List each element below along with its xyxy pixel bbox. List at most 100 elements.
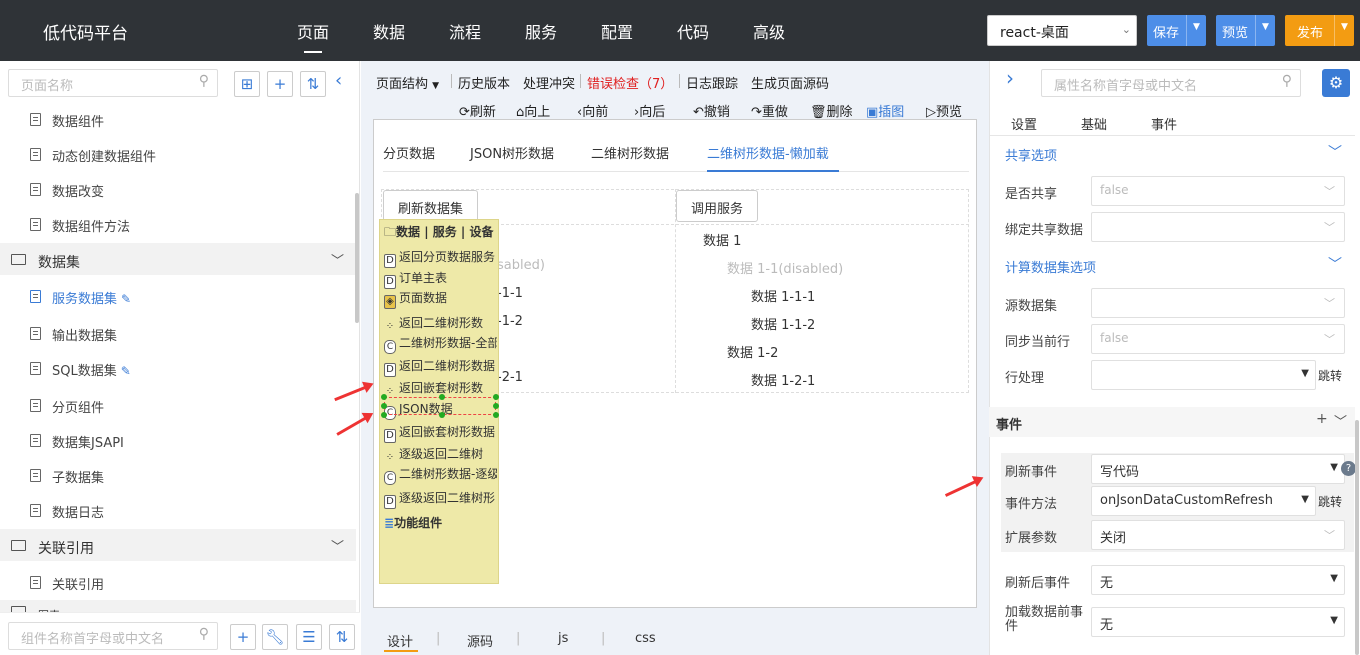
toolbox-item[interactable]: D 订单主表 bbox=[384, 269, 497, 289]
tree-node[interactable]: 数据 1-2 bbox=[727, 342, 778, 361]
tab-2d-tree-lazy[interactable]: 二维树形数据-懒加载 bbox=[707, 143, 829, 162]
page-search-input[interactable]: 页面名称 ⚲ bbox=[8, 69, 218, 97]
add-event-icon[interactable]: + bbox=[1316, 411, 1328, 427]
tree-node[interactable]: 数据 1-2-1 bbox=[751, 370, 815, 389]
toolbox-footer[interactable]: ≣功能组件 bbox=[384, 514, 497, 531]
tree-node-left[interactable]: -2-1 bbox=[497, 370, 523, 385]
list-item[interactable]: SQL数据集 ✎ bbox=[0, 350, 356, 385]
tab-basic[interactable]: 基础 bbox=[1081, 114, 1107, 133]
list-item[interactable]: 分页组件 bbox=[0, 387, 356, 422]
page-structure-menu[interactable]: 页面结构 ▼ bbox=[376, 73, 439, 92]
resize-handle[interactable] bbox=[381, 394, 387, 400]
list-item[interactable]: 数据日志 bbox=[0, 492, 356, 527]
list-item[interactable]: 子数据集 bbox=[0, 457, 356, 492]
add-folder-button[interactable]: ⊞ bbox=[234, 71, 260, 97]
nav-page[interactable]: 页面 bbox=[297, 19, 329, 43]
nav-data[interactable]: 数据 bbox=[373, 19, 405, 43]
add-button[interactable]: + bbox=[267, 71, 293, 97]
forward-action[interactable]: ‹向前 bbox=[577, 101, 608, 120]
resize-handle[interactable] bbox=[493, 403, 499, 409]
toolbox-item[interactable]: ◈ 页面数据 bbox=[384, 289, 497, 309]
resize-handle[interactable] bbox=[439, 394, 445, 400]
tab-settings[interactable]: 设置 bbox=[1011, 114, 1037, 133]
tab-events[interactable]: 事件 bbox=[1151, 114, 1177, 133]
nav-service[interactable]: 服务 bbox=[525, 19, 557, 43]
edit-icon[interactable]: ✎ bbox=[121, 292, 131, 306]
left-scrollbar[interactable] bbox=[355, 193, 359, 323]
tab-design[interactable]: 设计 bbox=[387, 631, 413, 650]
refresh-event-select[interactable]: 写代码 ▼ bbox=[1091, 454, 1345, 484]
save-button[interactable]: 保存 ▼ bbox=[1147, 15, 1206, 46]
tab-2d-tree[interactable]: 二维树形数据 bbox=[591, 143, 669, 162]
add-component-button[interactable]: + bbox=[230, 624, 256, 650]
list-item[interactable]: 数据改变 bbox=[0, 171, 356, 206]
tree-node[interactable]: 数据 1 bbox=[703, 230, 741, 249]
before-load-select[interactable]: 无 ▼ bbox=[1091, 607, 1345, 637]
toolbox-item[interactable]: D 返回嵌套树形数据 bbox=[384, 423, 497, 443]
right-scrollbar[interactable] bbox=[1355, 420, 1359, 655]
resize-handle[interactable] bbox=[439, 412, 445, 418]
tab-source[interactable]: 源码 bbox=[467, 631, 493, 650]
toolbox-item[interactable]: D 逐级返回二维树形 bbox=[384, 489, 497, 509]
tab-json-tree[interactable]: JSON树形数据 bbox=[470, 143, 554, 162]
section-calc[interactable]: 计算数据集选项 ﹀ bbox=[1005, 257, 1342, 276]
log-trace-link[interactable]: 日志跟踪 bbox=[686, 73, 738, 92]
jump-link[interactable]: 跳转 bbox=[1318, 493, 1342, 510]
toolbox-item[interactable]: D 返回二维树形数据 bbox=[384, 357, 497, 377]
tab-css[interactable]: css bbox=[635, 631, 656, 646]
nav-code[interactable]: 代码 bbox=[677, 19, 709, 43]
collapse-left-icon[interactable]: ‹ bbox=[335, 70, 342, 91]
list-item[interactable]: 关联引用 bbox=[0, 564, 356, 599]
gen-source-link[interactable]: 生成页面源码 bbox=[751, 73, 829, 92]
row-process-select[interactable]: ▼ bbox=[1091, 360, 1316, 390]
nav-flow[interactable]: 流程 bbox=[449, 19, 481, 43]
event-method-select[interactable]: onJsonDataCustomRefresh ▼ bbox=[1091, 486, 1316, 516]
resize-handle[interactable] bbox=[493, 412, 499, 418]
edit-icon[interactable]: ✎ bbox=[121, 364, 131, 378]
gear-icon[interactable]: ⚙︎ bbox=[1322, 69, 1350, 97]
list-item[interactable]: 动态创建数据组件 bbox=[0, 136, 356, 171]
toolbox-item[interactable]: ⁘ 逐级返回二维树 bbox=[384, 445, 497, 466]
back-action[interactable]: ›向后 bbox=[634, 101, 665, 120]
resize-handle[interactable] bbox=[493, 394, 499, 400]
tree-node[interactable]: 数据 1-1-2 bbox=[751, 314, 815, 333]
list-order-button[interactable]: ☰ bbox=[296, 624, 322, 650]
nav-advanced[interactable]: 高级 bbox=[753, 19, 785, 43]
group-chart[interactable]: 图表 bbox=[0, 600, 356, 612]
call-service-button[interactable]: 调用服务 bbox=[676, 190, 759, 222]
source-dataset-select[interactable]: ﹀ bbox=[1091, 288, 1345, 318]
toolbox-item[interactable]: ⁘ 返回二维树形数 bbox=[384, 314, 497, 335]
tree-node-left[interactable]: -1-2 bbox=[497, 314, 523, 329]
list-item[interactable]: 数据集JSAPI bbox=[0, 422, 356, 457]
list-item[interactable]: 数据组件 bbox=[0, 101, 356, 136]
list-item[interactable]: 输出数据集 bbox=[0, 315, 356, 350]
sort-button[interactable]: ⇅ bbox=[300, 71, 326, 97]
conflict-link[interactable]: 处理冲突 bbox=[523, 73, 575, 92]
jump-link[interactable]: 跳转 bbox=[1318, 367, 1342, 384]
undo-action[interactable]: ↶撤销 bbox=[693, 101, 730, 120]
resize-handle[interactable] bbox=[381, 412, 387, 418]
after-refresh-select[interactable]: 无 ▼ bbox=[1091, 565, 1345, 595]
toolbox-item[interactable]: C 二维树形数据-全部 bbox=[384, 334, 497, 354]
nav-config[interactable]: 配置 bbox=[601, 19, 633, 43]
list-item-selected[interactable]: 服务数据集 ✎ bbox=[0, 278, 356, 313]
up-action[interactable]: ⌂向上 bbox=[516, 101, 550, 120]
tab-js[interactable]: js bbox=[558, 631, 568, 646]
caret-down-icon[interactable]: ▼ bbox=[1255, 15, 1275, 46]
wrench-icon[interactable]: 🔧︎ bbox=[262, 624, 288, 650]
tree-node-left[interactable]: sabled) bbox=[497, 258, 545, 273]
tab-paged-data[interactable]: 分页数据 bbox=[383, 143, 435, 162]
preview-button[interactable]: 预览 ▼ bbox=[1216, 15, 1275, 46]
section-event-header[interactable] bbox=[989, 407, 1355, 437]
caret-down-icon[interactable]: ▼ bbox=[1186, 15, 1206, 46]
tree-node[interactable]: 数据 1-1-1 bbox=[751, 286, 815, 305]
is-share-select[interactable]: false ﹀ bbox=[1091, 176, 1345, 206]
error-check-link[interactable]: 错误检查（7） bbox=[587, 73, 673, 92]
history-link[interactable]: 历史版本 bbox=[458, 73, 510, 92]
property-search-input[interactable]: 属性名称首字母或中文名 ⚲ bbox=[1041, 69, 1301, 97]
resize-handle[interactable] bbox=[381, 403, 387, 409]
tree-node-left[interactable]: -1-1 bbox=[497, 286, 523, 301]
sort-button[interactable]: ⇅ bbox=[329, 624, 355, 650]
group-reference[interactable]: 关联引用 ﹀ bbox=[0, 529, 356, 561]
env-select[interactable]: react-桌面 ⌄ bbox=[987, 15, 1137, 46]
